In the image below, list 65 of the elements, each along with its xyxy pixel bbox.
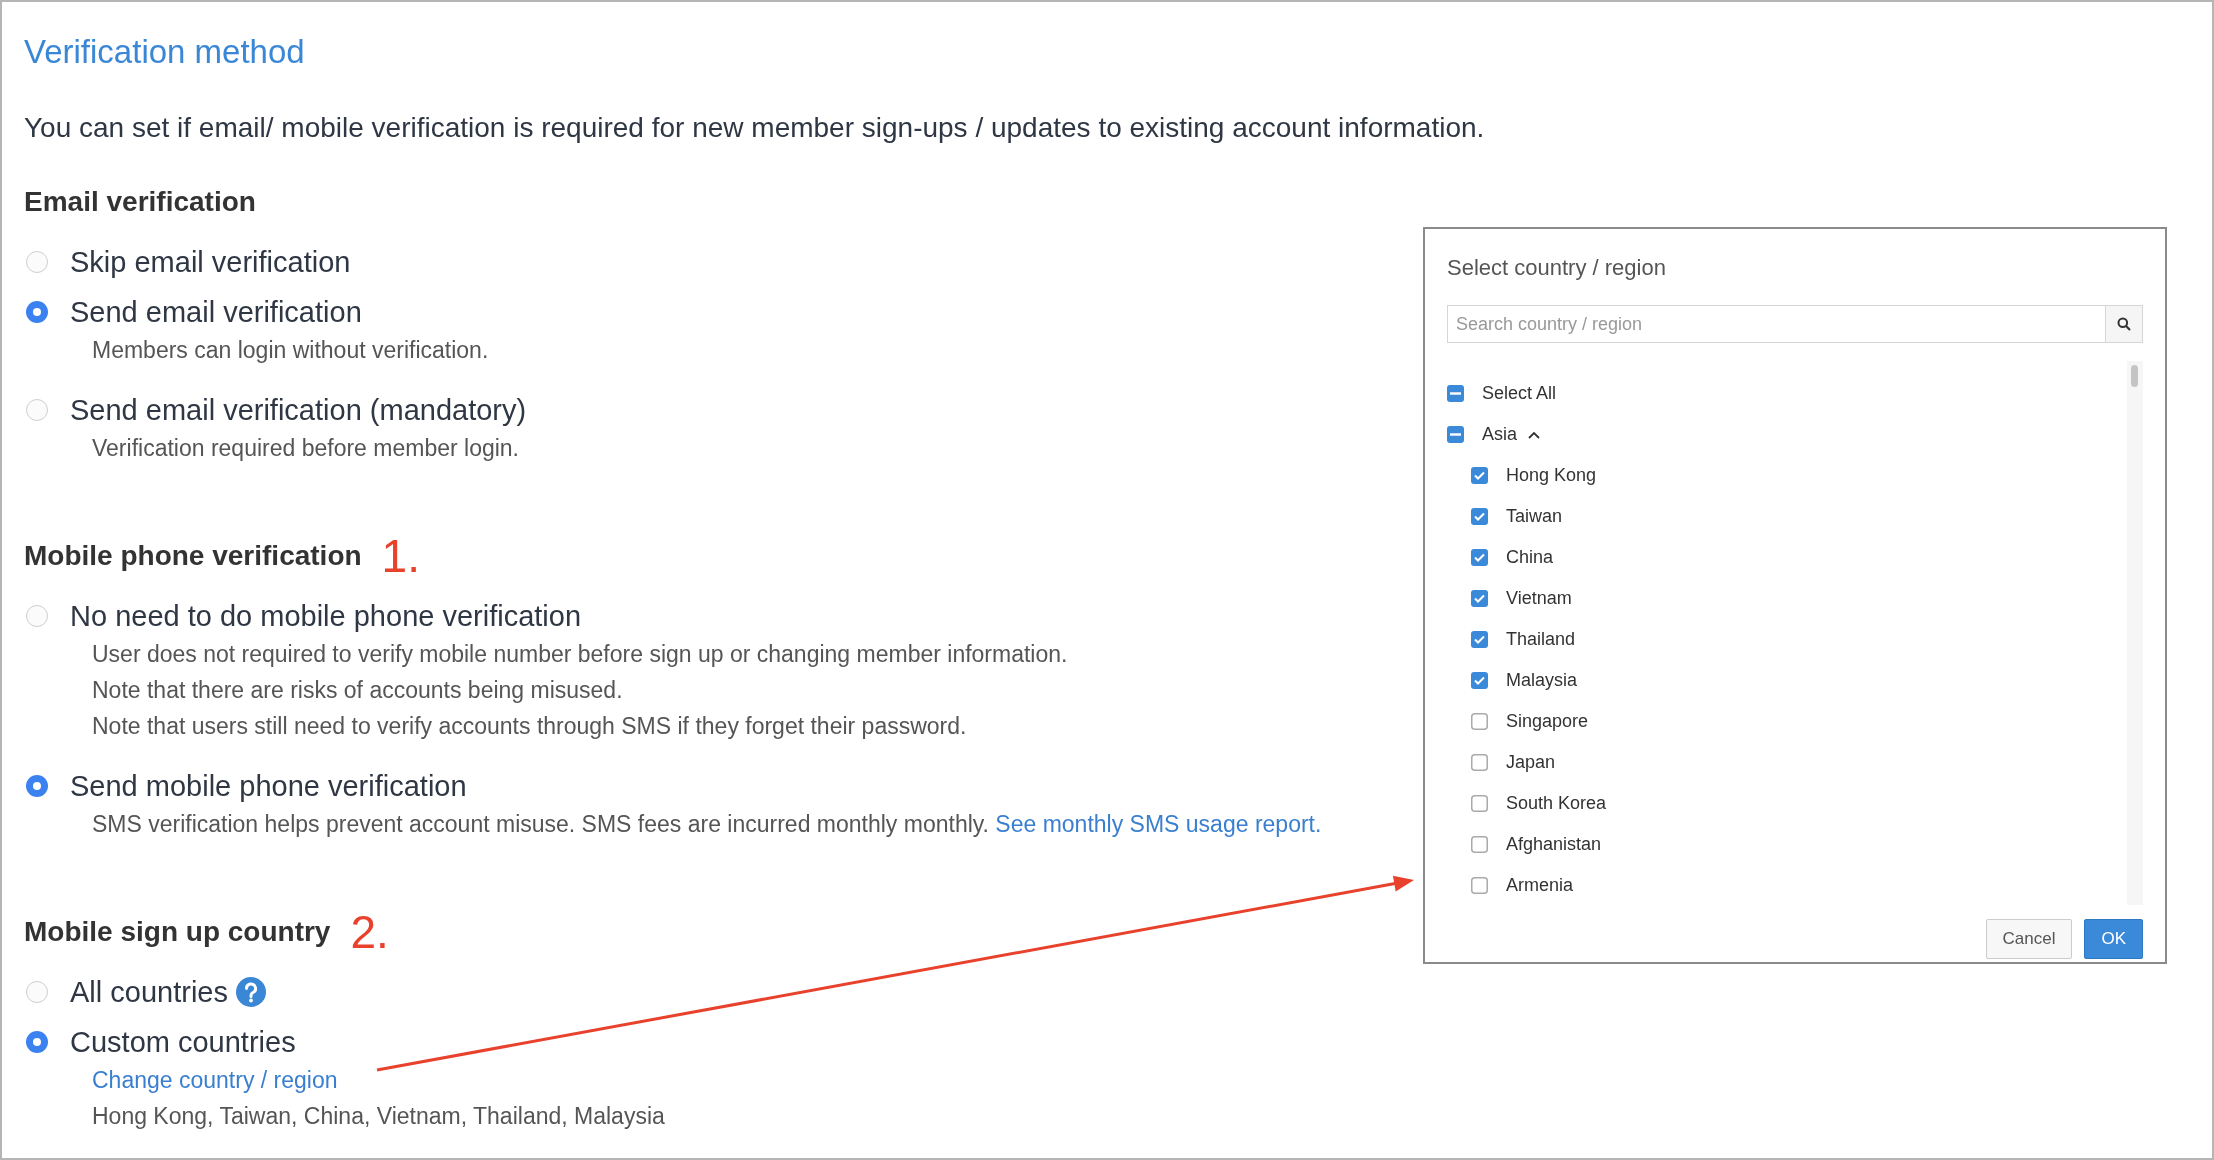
caret-icon[interactable] (1527, 429, 1541, 440)
checkbox[interactable] (1471, 549, 1488, 566)
country-label[interactable]: Singapore (1506, 711, 1589, 732)
option-label: Custom countries (70, 1025, 296, 1059)
radio-button[interactable] (26, 775, 48, 797)
radio-button[interactable] (26, 605, 48, 627)
country-label[interactable]: Thailand (1506, 629, 1576, 650)
country-label[interactable]: South Korea (1506, 793, 1607, 814)
intro-text: You can set if email/ mobile verification is required for new member sign-ups / updates to existing account information. (24, 111, 1485, 145)
page-title: Verification method (24, 32, 305, 72)
country-label[interactable]: China (1506, 547, 1554, 568)
checkbox[interactable] (1471, 508, 1488, 525)
option-description: User does not required to verify mobile number before sign up or changing member information. (92, 640, 1068, 669)
checkbox[interactable] (1471, 631, 1488, 648)
country-label[interactable]: Vietnam (1506, 588, 1572, 609)
country-label[interactable]: Japan (1506, 752, 1556, 773)
radio-button[interactable] (26, 1031, 48, 1053)
option-label: Skip email verification (70, 245, 351, 279)
option-description: Members can login without verification. (92, 336, 489, 365)
checkbox[interactable] (1471, 590, 1488, 607)
option-label: Send email verification (70, 295, 362, 329)
checkbox[interactable] (1471, 713, 1488, 730)
checkbox[interactable] (1447, 385, 1464, 402)
country-label[interactable]: Hong Kong (1506, 465, 1597, 486)
option-description: Hong Kong, Taiwan, China, Vietnam, Thailand, Malaysia (92, 1102, 665, 1131)
search-field[interactable]: Search country / region (1447, 305, 2105, 343)
country-label[interactable]: Afghanistan (1506, 834, 1602, 855)
change-region-link[interactable]: Change country / region (92, 1062, 338, 1098)
section-heading: Mobile phone verification (24, 540, 362, 572)
country-label[interactable]: Malaysia (1506, 670, 1578, 691)
radio-button[interactable] (26, 251, 48, 273)
country-label[interactable]: Taiwan (1506, 506, 1563, 527)
scrollbar[interactable] (2127, 361, 2143, 905)
option-label: No need to do mobile phone verification (70, 599, 582, 633)
section-heading: Mobile sign up country (24, 916, 331, 948)
dialog-title: Select country / region (1447, 254, 1666, 282)
option-description: Verification required before member login. (92, 434, 519, 463)
option-description: Note that users still need to verify accounts through SMS if they forget their password. (92, 712, 967, 741)
report-link[interactable]: See monthly SMS usage report. (995, 811, 1322, 837)
tree-item-label[interactable]: Asia (1482, 424, 1517, 445)
annotation-number: 1. (381, 536, 420, 576)
section-heading: Email verification (24, 186, 256, 218)
country-label[interactable]: Armenia (1506, 875, 1574, 896)
option-label: Send email verification (mandatory) (70, 393, 527, 427)
tree-item-label[interactable]: Select All (1482, 383, 1557, 404)
help-icon[interactable] (235, 977, 266, 1007)
checkbox[interactable] (1471, 836, 1488, 853)
cancel-button[interactable]: Cancel (1985, 919, 2073, 959)
checkbox[interactable] (1471, 877, 1488, 894)
option-description: SMS verification helps prevent account misuse. SMS fees are incurred monthly monthly. See monthly SMS usage report. (92, 810, 1322, 839)
checkbox[interactable] (1471, 672, 1488, 689)
option-label: Send mobile phone verification (70, 769, 467, 803)
annotation-number: 2. (350, 912, 389, 952)
option-label: All countries (70, 975, 228, 1009)
ok-button[interactable]: OK (2084, 919, 2143, 959)
radio-button[interactable] (26, 399, 48, 421)
checkbox[interactable] (1471, 754, 1488, 771)
radio-button[interactable] (26, 981, 48, 1003)
option-description: Note that there are risks of accounts being misused. (92, 676, 623, 705)
search-icon (2117, 317, 2131, 331)
radio-button[interactable] (26, 301, 48, 323)
checkbox[interactable] (1447, 426, 1464, 443)
checkbox[interactable] (1471, 467, 1488, 484)
search-button[interactable] (2105, 305, 2143, 343)
checkbox[interactable] (1471, 795, 1488, 812)
